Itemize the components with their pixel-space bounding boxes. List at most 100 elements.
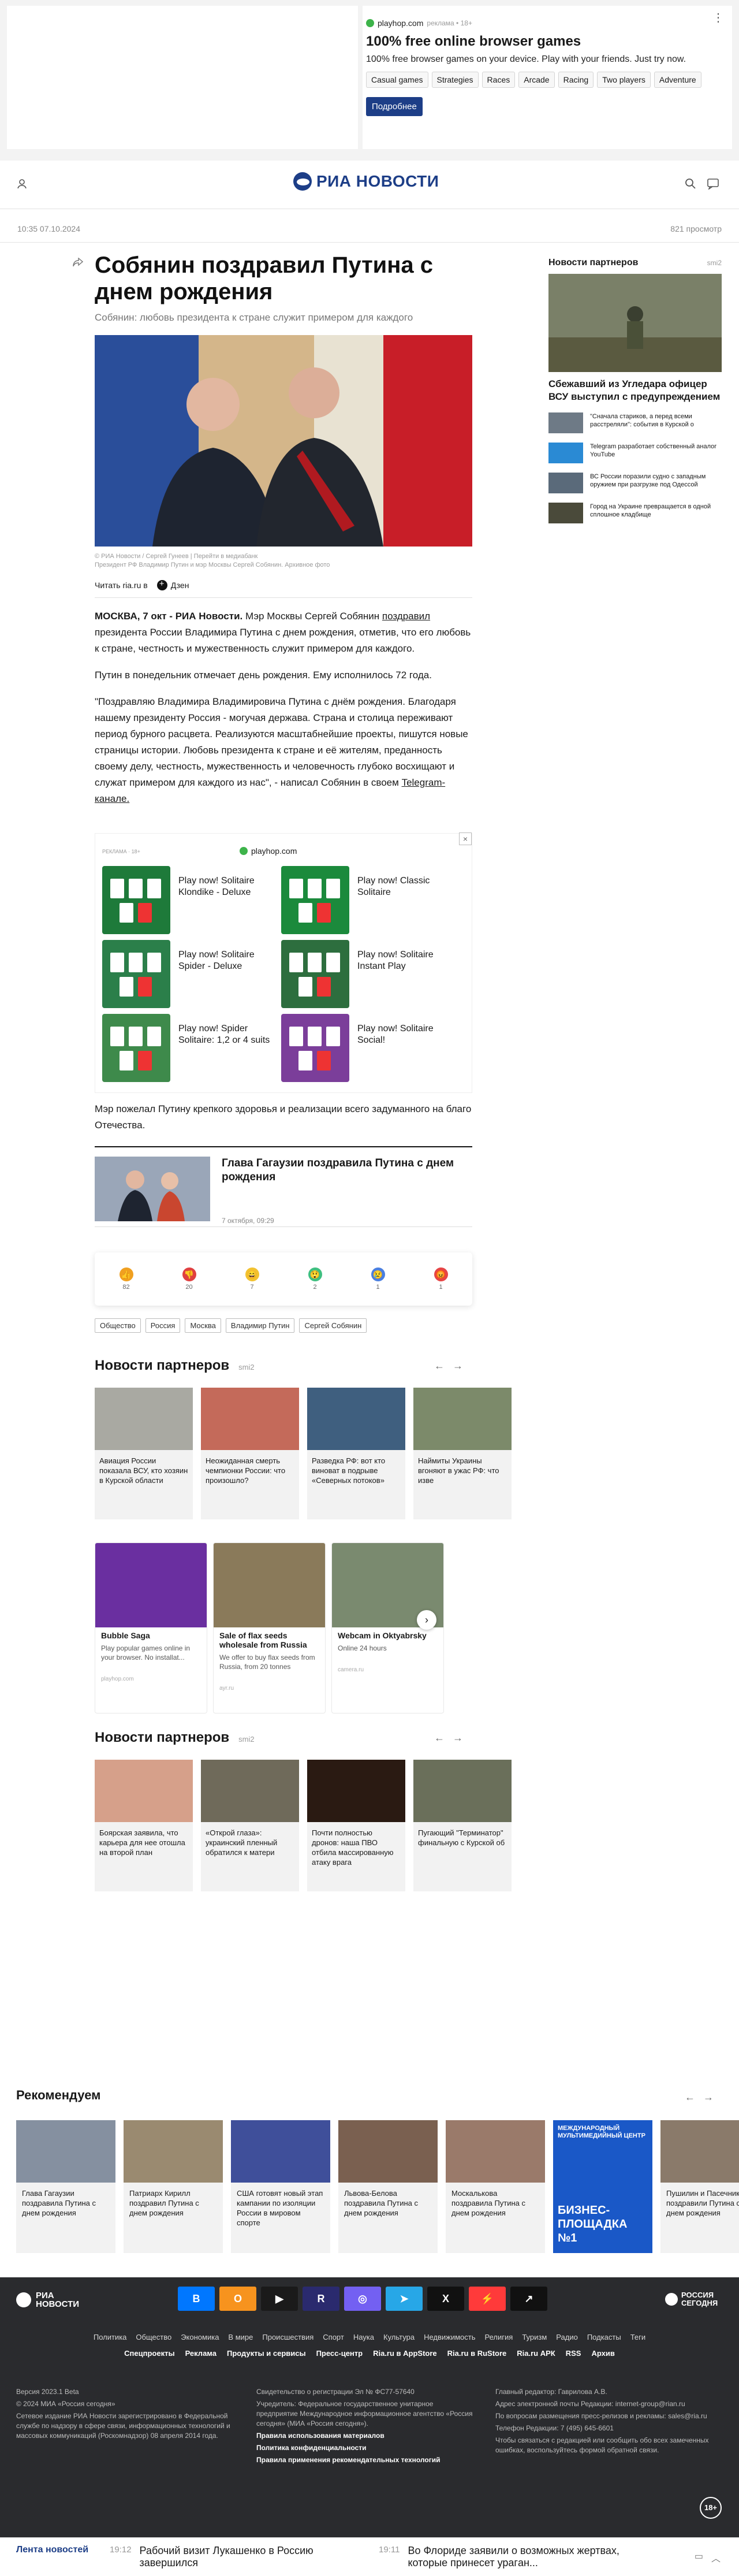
game-thumbnail[interactable] — [281, 866, 349, 934]
game-thumbnail[interactable] — [281, 1014, 349, 1082]
footer-nav-link[interactable]: Теги — [630, 2333, 645, 2341]
top-ad-tag[interactable]: Racing — [558, 72, 594, 88]
partner-card-image[interactable] — [95, 1760, 193, 1822]
search-icon[interactable] — [685, 178, 696, 192]
partner-card-title[interactable]: Неожиданная смерть чемпионки России: что… — [201, 1450, 299, 1519]
footer-text[interactable]: Правила применения рекомендательных техн… — [256, 2455, 476, 2465]
ria-logo[interactable]: РИА НОВОСТИ — [293, 172, 439, 191]
recommended-card-title[interactable]: Глава Гагаузии поздравила Путина с днем … — [16, 2183, 115, 2253]
game-title[interactable]: Play now! Solitaire Klondike - Deluxe — [178, 866, 281, 934]
arrow-left-icon[interactable]: ← — [434, 1732, 445, 1744]
footer-text[interactable]: Правила использования материалов — [256, 2431, 476, 2441]
news-feed-item[interactable]: 19:12 Рабочий визит Лукашенко в Россию за… — [110, 2545, 359, 2569]
share-icon[interactable] — [73, 257, 84, 270]
ad-game-image[interactable] — [95, 1543, 207, 1627]
reaction-button[interactable]: 😲 2 — [308, 1267, 322, 1291]
ad-game-image[interactable] — [214, 1543, 325, 1627]
chevron-up-icon[interactable]: ︿ — [711, 2551, 721, 2564]
news-feed-item[interactable]: 19:11 Во Флориде заявили о возможных жерт… — [379, 2545, 627, 2569]
top-ad-tag[interactable]: Adventure — [654, 72, 701, 88]
partner-card[interactable]: Неожиданная смерть чемпионки России: что… — [201, 1388, 299, 1519]
dzen-link[interactable]: Дзен — [156, 579, 189, 590]
footer-nav-link-secondary[interactable]: Реклама — [185, 2349, 217, 2358]
user-icon[interactable] — [16, 178, 28, 192]
game-thumbnail[interactable] — [102, 866, 170, 934]
reaction-button[interactable]: 😡 1 — [434, 1267, 448, 1291]
social-icon[interactable]: В — [178, 2287, 215, 2311]
partner-card-title[interactable]: Пугающий "Терминатор" финальную с Курско… — [413, 1822, 512, 1891]
social-icon[interactable]: ↗ — [510, 2287, 547, 2311]
recommended-card-title[interactable]: Пушилин и Пасечник поздравили Путина с д… — [660, 2183, 739, 2253]
ad-game-item[interactable]: Play now! Spider Solitaire: 1,2 or 4 sui… — [102, 1014, 281, 1082]
partner-card-image[interactable] — [413, 1760, 512, 1822]
sidebar-item[interactable]: Telegram разработает собственный аналог … — [548, 443, 722, 463]
partner-card[interactable]: Почти полностью дронов: наша ПВО отбила … — [307, 1760, 405, 1891]
reaction-button[interactable]: 😄 7 — [245, 1267, 259, 1291]
news-feed-label[interactable]: Лента новостей — [16, 2545, 88, 2555]
sidebar-item-thumb[interactable] — [548, 473, 583, 493]
game-title[interactable]: Play now! Spider Solitaire: 1,2 or 4 sui… — [178, 1014, 281, 1082]
social-icon[interactable]: X — [427, 2287, 464, 2311]
footer-nav-link-secondary[interactable]: Ria.ru в AppStore — [373, 2349, 437, 2358]
recommended-card-image[interactable] — [446, 2120, 545, 2183]
tag-link[interactable]: Москва — [185, 1318, 221, 1333]
partner-card[interactable]: Разведка РФ: вот кто виноват в подрыве «… — [307, 1388, 405, 1519]
ad-site[interactable]: playhop.com — [240, 846, 297, 856]
top-ad-tag[interactable]: Two players — [597, 72, 651, 88]
top-ad-button[interactable]: Подробнее — [366, 97, 423, 116]
footer-nav-link[interactable]: Общество — [136, 2333, 171, 2341]
ad-game-card[interactable]: Sale of flax seeds wholesale from Russia… — [213, 1542, 326, 1713]
rossiya-segodnya-logo[interactable]: РОССИЯ СЕГОДНЯ — [665, 2291, 722, 2307]
partner-card[interactable]: Авиация России показала ВСУ, кто хозяин … — [95, 1388, 193, 1519]
reaction-button[interactable]: 👍 82 — [119, 1267, 133, 1291]
partner-card-image[interactable] — [201, 1388, 299, 1450]
footer-nav-link[interactable]: Подкасты — [587, 2333, 621, 2341]
arrow-right-icon[interactable]: → — [453, 1360, 463, 1372]
top-ad-content[interactable]: playhop.com реклама • 18+ 100% free onli… — [363, 6, 732, 149]
game-thumbnail[interactable] — [102, 1014, 170, 1082]
recommended-card-title[interactable]: Москалькова поздравила Путина с днем рож… — [446, 2183, 545, 2253]
footer-nav-link[interactable]: Туризм — [522, 2333, 547, 2341]
footer-nav-link-secondary[interactable]: RSS — [566, 2349, 581, 2358]
footer-nav-link[interactable]: Недвижимость — [424, 2333, 475, 2341]
related-title[interactable]: Глава Гагаузии поздравила Путина с днем … — [222, 1157, 472, 1226]
top-ad-tag[interactable]: Races — [482, 72, 516, 88]
arrow-right-icon[interactable]: → — [703, 2091, 714, 2103]
social-icon[interactable]: ⚡ — [469, 2287, 506, 2311]
article-hero-image[interactable] — [95, 335, 472, 547]
footer-text[interactable]: Политика конфиденциальности — [256, 2443, 476, 2453]
recommended-card[interactable]: Москалькова поздравила Путина с днем рож… — [446, 2120, 545, 2253]
sidebar-item-thumb[interactable] — [548, 412, 583, 433]
ad-game-item[interactable]: Play now! Solitaire Social! — [281, 1014, 460, 1082]
related-article[interactable]: Глава Гагаузии поздравила Путина с днем … — [95, 1146, 472, 1227]
link-pozdravil[interactable]: поздравил — [382, 611, 430, 622]
related-image[interactable] — [95, 1157, 210, 1221]
top-ad-title[interactable]: 100% free online browser games — [366, 34, 732, 50]
arrow-right-icon[interactable]: → — [453, 1732, 463, 1744]
sidebar-item[interactable]: ВС России поразили судно с западным оруж… — [548, 473, 722, 493]
reaction-button[interactable]: 😢 1 — [371, 1267, 385, 1291]
sidebar-item[interactable]: "Сначала стариков, а перед всеми расстре… — [548, 412, 722, 433]
recommended-card[interactable]: США готовят новый этап кампании по изоля… — [231, 2120, 330, 2253]
sidebar-item-title[interactable]: Telegram разработает собственный аналог … — [590, 443, 722, 463]
kebab-menu-icon[interactable]: ⋮ — [712, 10, 724, 25]
recommended-ad-image[interactable]: МЕЖДУНАРОДНЫЙ МУЛЬТИМЕДИЙНЫЙ ЦЕНТР БИЗНЕС… — [553, 2120, 652, 2253]
recommended-card-image[interactable] — [16, 2120, 115, 2183]
footer-nav-link-secondary[interactable]: Архив — [591, 2349, 614, 2358]
partner-card-image[interactable] — [413, 1388, 512, 1450]
social-icon[interactable]: ◎ — [344, 2287, 381, 2311]
partner-card-title[interactable]: Авиация России показала ВСУ, кто хозяин … — [95, 1450, 193, 1519]
sidebar-item-thumb[interactable] — [548, 443, 583, 463]
chat-icon[interactable] — [707, 178, 719, 192]
ad-game-item[interactable]: Play now! Solitaire Instant Play — [281, 940, 460, 1008]
game-title[interactable]: Play now! Classic Solitaire — [357, 866, 460, 934]
sidebar-item[interactable]: Город на Украине превращается в одной сп… — [548, 503, 722, 523]
partner-card-title[interactable]: «Открой глаза»: украинский пленный обрат… — [201, 1822, 299, 1891]
partner-card[interactable]: Боярская заявила, что карьера для нее от… — [95, 1760, 193, 1891]
partner-card-title[interactable]: Наймиты Украины вгоняют в ужас РФ: что и… — [413, 1450, 512, 1519]
footer-nav-link[interactable]: В мире — [228, 2333, 253, 2341]
ad-game-title[interactable]: Bubble Saga — [95, 1627, 207, 1641]
footer-logo[interactable]: РИА НОВОСТИ — [16, 2291, 79, 2309]
sidebar-item-thumb[interactable] — [548, 503, 583, 523]
footer-nav-link[interactable]: Культура — [383, 2333, 415, 2341]
